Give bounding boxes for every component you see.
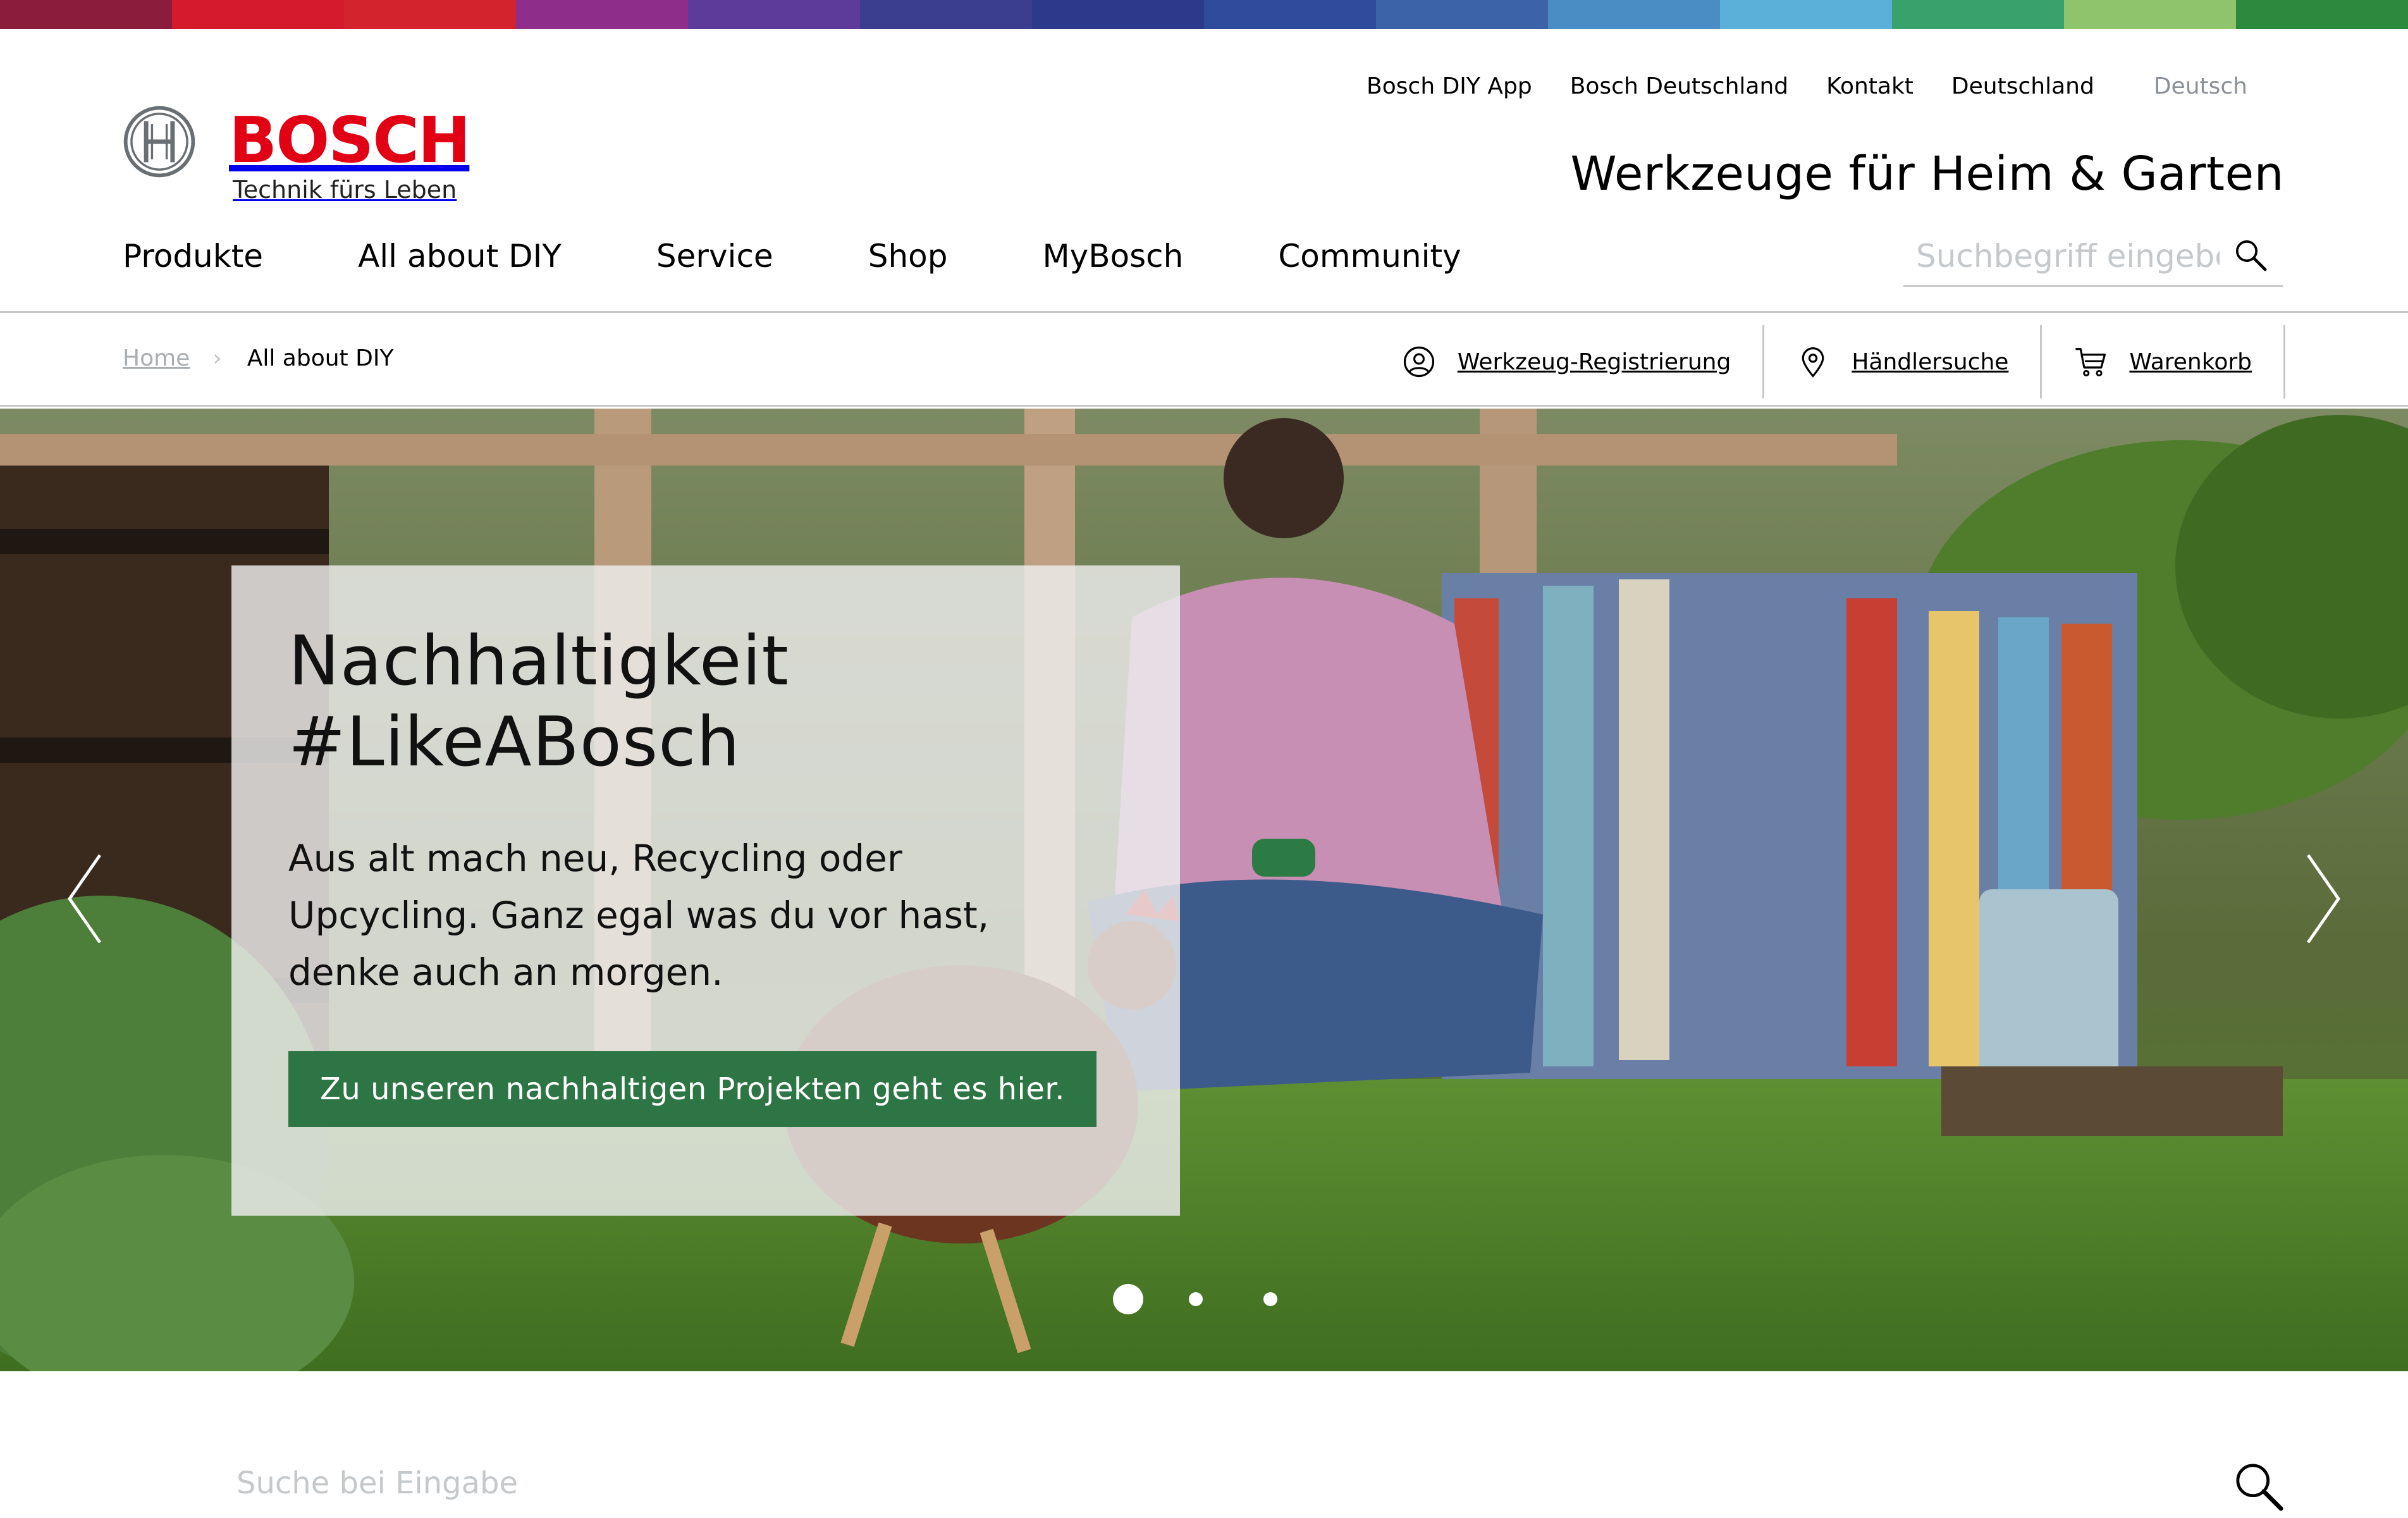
brand-tagline: Technik fürs Leben [233,176,457,204]
location-pin-icon [1802,347,1824,378]
hero-title-line-1: Nachhaltigkeit [288,622,789,701]
utility-tools: Werkzeug-Registrierung Händlersuche Ware… [1402,325,2408,398]
tool-label: Warenkorb [2129,349,2252,375]
carousel-dot-1[interactable] [1113,1284,1143,1314]
content-search-input[interactable] [236,1466,2007,1501]
header-search [1903,226,2283,287]
hero-title: Nachhaltigkeit #LikeABosch [288,621,1180,783]
carousel-dot-2[interactable] [1189,1292,1203,1306]
hero-description: Aus alt mach neu, Recycling oder Upcycli… [288,837,990,994]
breadcrumb-home[interactable]: Home [123,345,190,371]
site-header: BOSCH Technik fürs Leben Bosch DIY App B… [0,29,2408,313]
search-icon[interactable] [2233,238,2269,273]
hero-title-line-2: #LikeABosch [288,703,740,782]
cart-icon [2075,348,2106,377]
hero-carousel: Nachhaltigkeit #LikeABosch Aus alt mach … [0,409,2408,1371]
meta-link-country[interactable]: Deutschland [1951,73,2094,99]
breadcrumb-current: All about DIY [247,345,394,371]
hero-cta-button[interactable]: Zu unseren nachhaltigen Projekten geht e… [288,1051,1097,1127]
search-icon[interactable] [2233,1461,2285,1513]
nav-item-service[interactable]: Service [656,238,773,275]
nav-item-shop[interactable]: Shop [868,238,948,275]
meta-link-diy-app[interactable]: Bosch DIY App [1367,73,1532,99]
nav-item-all-about-diy[interactable]: All about DIY [358,238,562,275]
user-circle-icon [1403,346,1434,378]
tool-werkzeug-registrierung[interactable]: Werkzeug-Registrierung [1402,325,1765,398]
bosch-logo[interactable]: BOSCH Technik fürs Leben [123,103,470,204]
content-search [236,1448,2285,1518]
hero-teaser-card: Nachhaltigkeit #LikeABosch Aus alt mach … [231,565,1180,1216]
site-title: Werkzeuge für Heim & Garten [1570,147,2284,201]
meta-link-kontakt[interactable]: Kontakt [1826,73,1914,99]
brand-color-bar [0,0,2408,29]
chevron-right-icon[interactable] [2304,851,2342,946]
main-navigation: Produkte All about DIY Service Shop MyBo… [123,238,1556,275]
utility-bar: Home › All about DIY Werkzeug-Registrier… [0,315,2408,407]
tool-haendlersuche[interactable]: Händlersuche [1764,325,2042,398]
header-search-input[interactable] [1903,237,2220,275]
carousel-dot-3[interactable] [1263,1292,1277,1306]
tool-label: Werkzeug-Registrierung [1457,349,1731,375]
language-selector[interactable]: Deutsch [2154,73,2247,99]
chevron-right-icon: › [212,345,222,371]
chevron-left-icon[interactable] [66,851,104,946]
nav-item-produkte[interactable]: Produkte [123,238,263,275]
meta-navigation: Bosch DIY App Bosch Deutschland Kontakt … [1367,73,2408,99]
meta-link-bosch-deutschland[interactable]: Bosch Deutschland [1570,73,1788,99]
tool-label: Händlersuche [1852,349,2009,375]
tool-warenkorb[interactable]: Warenkorb [2042,325,2285,398]
nav-item-community[interactable]: Community [1278,238,1461,275]
nav-item-mybosch[interactable]: MyBosch [1042,238,1183,275]
brand-name: BOSCH [229,103,470,177]
carousel-pagination [1113,1284,1338,1314]
breadcrumb: Home › All about DIY [123,345,393,371]
bosch-armature-icon [123,106,195,178]
